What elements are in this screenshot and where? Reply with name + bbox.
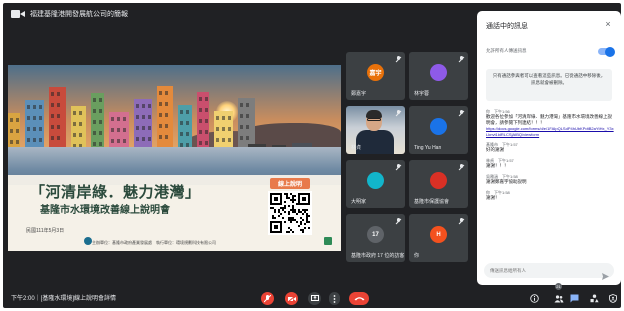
more-options-button[interactable] xyxy=(329,292,340,305)
meet-window: 福建基隆港開發展航公司的簡報 「河清岸綠．魅力港灣」 基隆市水環境改善線上說明會… xyxy=(3,3,621,308)
presentation-icon xyxy=(11,8,25,20)
message-text: 謝謝！ xyxy=(486,195,500,200)
participant-name: 林宇蓉 xyxy=(414,91,430,97)
chat-message: 吳雅涵 下午1:58 謝謝鄭嘉宇協助說明 xyxy=(486,174,614,185)
participant-tile[interactable]: 林貞 xyxy=(346,106,405,154)
agency-logo-icon xyxy=(324,237,332,245)
bottom-bar: 下午2:00｜[基隆水環境]線上說明會詳情 xyxy=(3,289,621,308)
message-text: 歡迎各位參加「河清岸綠．魅力港灣」基隆市水環境改善線上說明會，請參閱下列連結！！… xyxy=(486,114,612,125)
chat-title: 通話中的訊息 xyxy=(486,23,528,30)
avatar xyxy=(430,118,447,135)
participant-tile[interactable]: H你 xyxy=(409,214,468,262)
participant-tile[interactable]: 基隆市保護協會 xyxy=(409,160,468,208)
allow-messages-row: 允許所有人傳送訊息 xyxy=(486,46,615,57)
close-icon[interactable]: × xyxy=(603,19,613,29)
chat-panel: 通話中的訊息 × 允許所有人傳送訊息 只有通話參與者可以查看這些訊息。已從通話中… xyxy=(477,11,621,285)
leave-call-button[interactable] xyxy=(349,292,369,305)
message-text: 謝謝鄭嘉宇協助說明 xyxy=(486,179,527,184)
chat-notice: 只有通話參與者可以查看這些訊息。已從通話中移除後，訊息就會被刪除。 xyxy=(486,69,612,101)
chat-input-box[interactable] xyxy=(484,263,614,280)
avatar: H xyxy=(430,226,447,243)
message-link[interactable]: https://docs.google.com/forms/d/e/1FAIpQ… xyxy=(486,126,614,137)
participant-name: 基隆市政府 17 位的訪客 xyxy=(351,253,405,259)
participant-name: 基隆市保護協會 xyxy=(414,199,450,205)
hang-up-icon xyxy=(354,297,364,301)
mic-off-icon xyxy=(395,110,401,116)
allow-messages-label: 允許所有人傳送訊息 xyxy=(486,48,527,53)
top-bar: 福建基隆港開發展航公司的簡報 xyxy=(3,3,473,25)
mic-off-icon xyxy=(395,56,401,62)
colorful-houses xyxy=(8,73,255,155)
mic-off-icon xyxy=(458,110,464,116)
people-button[interactable] xyxy=(553,293,564,304)
present-button[interactable] xyxy=(308,292,321,305)
participant-name: 你 xyxy=(414,253,420,259)
present-icon xyxy=(310,295,319,301)
meeting-details-button[interactable] xyxy=(529,293,540,304)
mic-off-button[interactable] xyxy=(261,292,274,305)
participant-name: 鄭嘉宇 xyxy=(351,91,367,97)
participant-tile[interactable]: 嘉宇鄭嘉宇 xyxy=(346,52,405,100)
avatar xyxy=(367,172,384,189)
shield-icon xyxy=(608,294,617,303)
more-vert-icon xyxy=(333,294,336,303)
avatar xyxy=(430,172,447,189)
avatar: 17 xyxy=(367,226,384,243)
message-text: 謝謝！！！ xyxy=(486,163,509,168)
qr-code-icon xyxy=(268,191,312,235)
meeting-info[interactable]: 下午2:00｜[基隆水環境]線上說明會詳情 xyxy=(11,293,116,302)
message-text: 好的謝謝 xyxy=(486,147,504,152)
camera-off-button[interactable] xyxy=(285,292,298,305)
participant-tile[interactable]: Ting Yu Han xyxy=(409,106,468,154)
qr-label: 線上說明 xyxy=(270,178,310,189)
avatar xyxy=(430,64,447,81)
shared-presentation[interactable]: 「河清岸綠．魅力港灣」 基隆市水環境改善線上說明會 民國111年5月3日 主辦單… xyxy=(8,65,341,251)
slide-date: 民國111年5月3日 xyxy=(26,228,65,234)
chat-message-list: 你 下午1:56 歡迎各位參加「河清岸綠．魅力港灣」基隆市水環境改善線上說明會，請… xyxy=(486,109,614,206)
allow-messages-toggle[interactable] xyxy=(598,46,615,57)
chat-message: 你 下午1:56 歡迎各位參加「河清岸綠．魅力港灣」基隆市水環境改善線上說明會，請… xyxy=(486,109,614,137)
mic-off-icon xyxy=(395,218,401,224)
chat-input[interactable] xyxy=(490,265,590,276)
shapes-icon xyxy=(590,294,599,303)
mic-off-icon xyxy=(264,294,271,302)
camera-off-icon xyxy=(287,295,296,302)
participant-tile[interactable]: 大明家 xyxy=(346,160,405,208)
organizer-logo-icon xyxy=(84,237,92,245)
people-icon xyxy=(554,294,563,302)
slide-subtitle: 基隆市水環境改善線上說明會 xyxy=(40,205,170,216)
mic-off-icon xyxy=(458,164,464,170)
chat-message: 基隆市 下午1:57 好的謝謝 xyxy=(486,142,614,153)
avatar: 嘉宇 xyxy=(367,64,384,81)
info-icon xyxy=(530,294,539,303)
slide-organizers: 主辦單位：基隆市政府產業發展處 執行單位：環境規劃科技有限公司 xyxy=(92,240,216,245)
chat-message: 林貞 下午1:57 謝謝！！！ xyxy=(486,158,614,169)
host-controls-button[interactable] xyxy=(607,293,618,304)
mic-off-icon xyxy=(458,56,464,62)
people-count-badge: 21 xyxy=(555,283,562,290)
activities-button[interactable] xyxy=(589,293,600,304)
mic-off-icon xyxy=(458,218,464,224)
slide-title: 「河清岸綠．魅力港灣」 xyxy=(30,184,201,201)
participant-name: Ting Yu Han xyxy=(414,145,442,151)
presenter-title: 福建基隆港開發展航公司的簡報 xyxy=(30,11,128,18)
chat-button[interactable] xyxy=(569,293,580,304)
participant-video xyxy=(356,130,394,154)
participant-tile[interactable]: 林宇蓉 xyxy=(409,52,468,100)
chat-icon xyxy=(570,294,579,303)
participant-tile[interactable]: 17 基隆市政府 17 位的訪客 xyxy=(346,214,405,262)
send-icon[interactable] xyxy=(602,267,609,280)
participant-name: 大明家 xyxy=(351,199,367,205)
participant-name: 林貞 xyxy=(351,145,362,151)
chat-message: 你 下午1:58 謝謝！ xyxy=(486,190,614,201)
mic-off-icon xyxy=(395,164,401,170)
